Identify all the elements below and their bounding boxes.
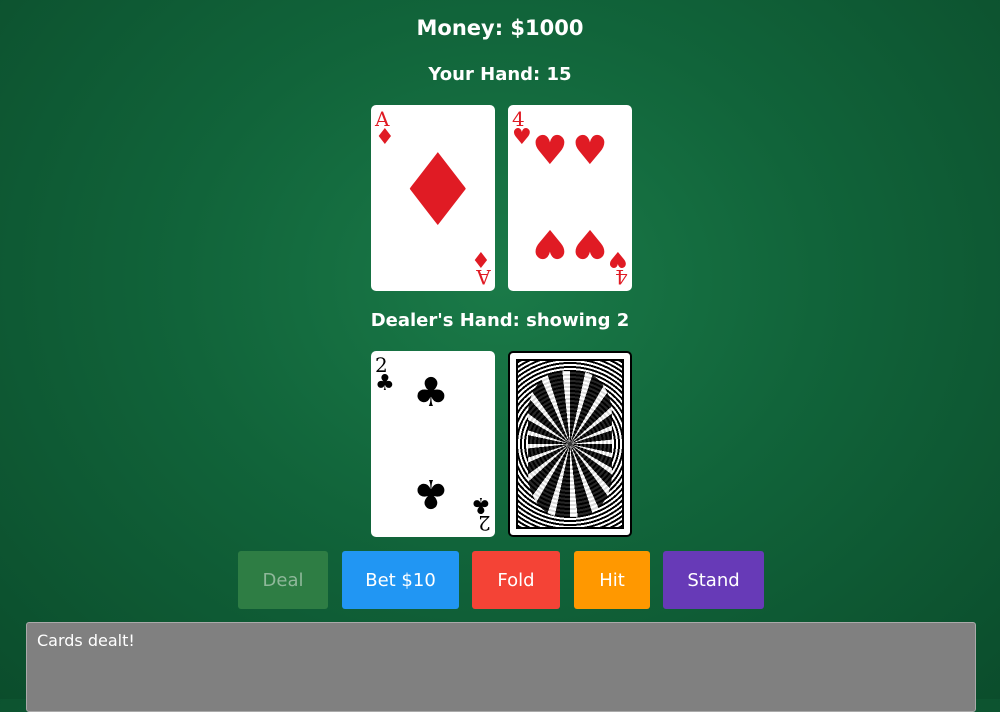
club-icon: ♣	[375, 371, 395, 396]
deal-button[interactable]: Deal	[238, 551, 328, 609]
fold-button[interactable]: Fold	[472, 551, 560, 609]
heart-icon: ♥	[532, 220, 568, 266]
message-text: Cards dealt!	[37, 631, 135, 650]
diamond-icon: ♦	[393, 132, 483, 249]
player-card-1: A ♦ ♦ A ♦	[371, 105, 495, 291]
club-icon: ♣	[471, 492, 491, 517]
club-icon: ♣	[413, 370, 449, 416]
diamond-icon: ♦	[375, 125, 395, 150]
heart-icon: ♥	[608, 246, 628, 271]
dealer-card-1: 2 ♣ ♣ ♣ 2 ♣	[371, 351, 495, 537]
money-display: Money: $1000	[416, 16, 584, 40]
heart-icon: ♥	[532, 128, 568, 174]
heart-icon: ♥	[572, 220, 608, 266]
card-back-pattern	[516, 359, 624, 529]
player-card-2: 4 ♥ ♥ ♥ ♥ ♥ 4 ♥	[508, 105, 632, 291]
heart-icon: ♥	[572, 128, 608, 174]
dealer-card-2-face-down	[508, 351, 632, 537]
heart-icon: ♥	[512, 125, 532, 150]
stand-button[interactable]: Stand	[663, 551, 764, 609]
club-icon: ♣	[413, 470, 449, 516]
diamond-icon: ♦	[471, 246, 491, 271]
player-hand-label: Your Hand: 15	[428, 64, 572, 85]
hit-button[interactable]: Hit	[574, 551, 650, 609]
dealer-hand-label: Dealer's Hand: showing 2	[370, 310, 630, 331]
card-back-ornament	[528, 371, 612, 517]
bet-button[interactable]: Bet $10	[342, 551, 459, 609]
